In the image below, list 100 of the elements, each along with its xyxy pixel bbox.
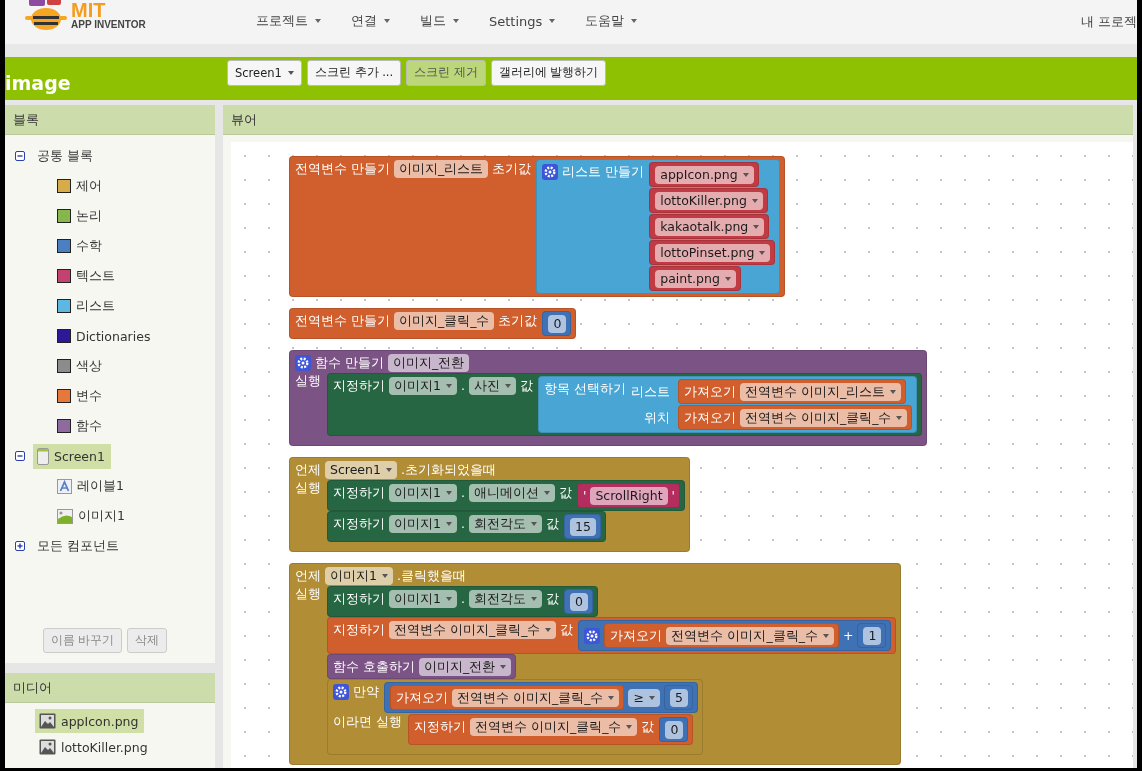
code-block[interactable]: 언제 이미지1 .클릭했을때 실행 지정하기 이미지1 . 회전각도 값 0 지정하기 전역변수 이미지_클릭_수 값 가져오기 전역변수 이미지_클릭_수 + 1 함수 호출하기 이미지_전환 만약 가져오기 전역변수 이미지_클릭_수 ≥ 5 이라면 실행 지정하기 전역변수 이미지_클릭_수 값 0 bbox=[289, 563, 902, 765]
code-block[interactable]: 지정하기 이미지1 . 회전각도 값 15 bbox=[327, 511, 606, 542]
dropdown-field[interactable]: 이미지1 bbox=[325, 566, 393, 585]
dropdown-field[interactable]: kakaotalk.png bbox=[655, 217, 765, 236]
tree-item[interactable]: 모든 컴포넌트 bbox=[33, 533, 125, 559]
tree-item[interactable]: 색상 bbox=[53, 353, 108, 379]
dropdown-field[interactable]: 전역변수 이미지_클릭_수 bbox=[666, 626, 834, 645]
tree-item[interactable]: 리스트 bbox=[53, 293, 121, 319]
tree-item[interactable]: 레이블1 bbox=[53, 473, 130, 499]
dropdown-field[interactable]: lottoKiller.png bbox=[655, 191, 763, 210]
dropdown-field[interactable]: 이미지1 bbox=[389, 376, 457, 395]
tree-item[interactable]: 텍스트 bbox=[53, 263, 121, 289]
block-field[interactable]: 이미지_클릭_수 bbox=[394, 311, 495, 330]
code-block[interactable]: paint.png bbox=[649, 266, 741, 291]
code-block[interactable]: lottoKiller.png bbox=[649, 188, 768, 213]
block-field[interactable]: 15 bbox=[569, 517, 596, 536]
block-label: 실행 bbox=[295, 480, 321, 496]
menu-item[interactable]: 연결 bbox=[351, 12, 390, 30]
media-item[interactable]: lottoKiller.png bbox=[35, 735, 154, 759]
toolbar-button[interactable]: 스크린 추가 ... bbox=[306, 59, 402, 86]
dropdown-field[interactable]: appIcon.png bbox=[655, 165, 754, 184]
code-block[interactable]: ' ScrollRight ' bbox=[576, 483, 680, 508]
code-block[interactable]: 함수 만들기 이미지_전환 실행 지정하기 이미지1 . 사진 값 항목 선택하기 리스트 가져오기 전역변수 이미지_리스트 위치 가져오기 전역변수 이미지_클릭_수 bbox=[289, 350, 928, 446]
collapse-icon[interactable] bbox=[15, 151, 25, 161]
code-block[interactable]: kakaotalk.png bbox=[649, 214, 770, 239]
dropdown-field[interactable]: 애니메이션 bbox=[468, 483, 555, 502]
gear-icon[interactable] bbox=[542, 163, 559, 180]
block-field[interactable]: 1 bbox=[863, 626, 882, 645]
collapse-icon[interactable] bbox=[15, 451, 25, 461]
code-block[interactable]: 전역변수 만들기 이미지_리스트 초기값 리스트 만들기 appIcon.png lottoKiller.png kakaotalk.png lottoPinset.png paint.png bbox=[289, 156, 786, 297]
code-block[interactable]: 지정하기 이미지1 . 사진 값 항목 선택하기 리스트 가져오기 전역변수 이미지_리스트 위치 가져오기 전역변수 이미지_클릭_수 bbox=[327, 373, 923, 436]
code-block[interactable]: 전역변수 만들기 이미지_클릭_수 초기값 0 bbox=[289, 308, 577, 339]
tree-item[interactable]: 변수 bbox=[53, 383, 108, 409]
code-block[interactable]: appIcon.png bbox=[649, 162, 759, 187]
tree-item[interactable]: 수학 bbox=[53, 233, 108, 259]
code-block[interactable]: 0 bbox=[563, 589, 593, 614]
code-block[interactable]: 0 bbox=[542, 311, 572, 336]
tree-item[interactable]: Screen1 bbox=[33, 443, 111, 469]
dropdown-field[interactable]: paint.png bbox=[655, 269, 736, 288]
block-field[interactable]: 0 bbox=[569, 592, 588, 611]
code-block[interactable]: 지정하기 이미지1 . 회전각도 값 0 bbox=[327, 586, 598, 617]
menu-item[interactable]: 프로젝트 bbox=[256, 12, 321, 30]
code-block[interactable]: 함수 호출하기 이미지_전환 bbox=[327, 654, 517, 679]
tree-item[interactable]: 제어 bbox=[53, 173, 108, 199]
block-field[interactable]: 이미지_리스트 bbox=[394, 159, 489, 178]
code-block[interactable]: 가져오기 전역변수 이미지_클릭_수 bbox=[677, 405, 913, 430]
dropdown-field[interactable]: 이미지1 bbox=[389, 483, 457, 502]
dropdown-field[interactable]: 전역변수 이미지_클릭_수 bbox=[389, 620, 557, 639]
code-block[interactable]: 1 bbox=[857, 623, 887, 648]
code-block[interactable]: 지정하기 전역변수 이미지_클릭_수 값 0 bbox=[408, 714, 694, 745]
code-block[interactable]: 15 bbox=[563, 514, 601, 539]
code-block[interactable]: 가져오기 전역변수 이미지_클릭_수 bbox=[604, 623, 839, 648]
menu-item[interactable]: 빌드 bbox=[420, 12, 459, 30]
block-field[interactable]: 0 bbox=[548, 314, 567, 333]
screen-dropdown[interactable]: Screen1 bbox=[227, 59, 302, 86]
block-field[interactable]: 5 bbox=[669, 688, 688, 707]
code-block[interactable]: 만약 가져오기 전역변수 이미지_클릭_수 ≥ 5 이라면 실행 지정하기 전역변수 이미지_클릭_수 값 0 bbox=[327, 679, 703, 755]
code-block[interactable]: 항목 선택하기 리스트 가져오기 전역변수 이미지_리스트 위치 가져오기 전역변수 이미지_클릭_수 bbox=[537, 376, 918, 433]
menu-item[interactable]: Settings bbox=[489, 12, 556, 30]
gear-icon[interactable] bbox=[584, 627, 601, 644]
toolbar-button[interactable]: 갤러리에 발행하기 bbox=[490, 59, 607, 86]
dropdown-field[interactable]: 회전각도 bbox=[468, 514, 542, 533]
dropdown-field[interactable]: 전역변수 이미지_리스트 bbox=[739, 382, 902, 401]
dropdown-field[interactable]: Screen1 bbox=[325, 460, 397, 479]
dropdown-field[interactable]: 회전각도 bbox=[468, 589, 542, 608]
menu-item[interactable]: 도움말 bbox=[585, 12, 638, 30]
code-block[interactable]: 언제 Screen1 .초기화되었을때 실행 지정하기 이미지1 . 애니메이션 값 ' ScrollRight ' 지정하기 이미지1 . 회전각도 값 15 bbox=[289, 457, 690, 552]
code-block[interactable]: 지정하기 전역변수 이미지_클릭_수 값 가져오기 전역변수 이미지_클릭_수 + 1 bbox=[327, 617, 897, 654]
code-block[interactable]: 지정하기 이미지1 . 애니메이션 값 ' ScrollRight ' bbox=[327, 480, 685, 511]
dropdown-field[interactable]: 전역변수 이미지_클릭_수 bbox=[452, 688, 620, 707]
dropdown-field[interactable]: lottoPinset.png bbox=[655, 243, 771, 262]
code-block[interactable]: 5 bbox=[663, 685, 693, 710]
dropdown-field[interactable]: 이미지1 bbox=[389, 589, 457, 608]
dropdown-field[interactable]: 이미지1 bbox=[389, 514, 457, 533]
dropdown-field[interactable]: 이미지_전환 bbox=[419, 657, 512, 676]
code-block[interactable]: lottoPinset.png bbox=[649, 240, 776, 265]
code-block[interactable]: 0 bbox=[659, 717, 689, 742]
block-label: 언제 bbox=[295, 567, 321, 584]
media-item[interactable]: appIcon.png bbox=[35, 709, 145, 733]
code-block[interactable]: 가져오기 전역변수 이미지_클릭_수 bbox=[390, 685, 625, 710]
dropdown-field[interactable]: 전역변수 이미지_클릭_수 bbox=[470, 717, 638, 736]
tree-item[interactable]: 논리 bbox=[53, 203, 108, 229]
expand-icon[interactable] bbox=[15, 541, 25, 551]
block-field[interactable]: 이미지_전환 bbox=[388, 353, 470, 372]
code-block[interactable]: 가져오기 전역변수 이미지_클릭_수 ≥ 5 bbox=[384, 682, 698, 713]
dropdown-field[interactable]: 전역변수 이미지_클릭_수 bbox=[739, 408, 908, 427]
tree-item[interactable]: 이미지1 bbox=[53, 503, 131, 529]
code-block[interactable]: 가져오기 전역변수 이미지_클릭_수 + 1 bbox=[578, 620, 892, 651]
tree-item[interactable]: 함수 bbox=[53, 413, 108, 439]
tree-item[interactable]: 공통 블록 bbox=[33, 143, 99, 169]
gear-icon[interactable] bbox=[333, 683, 349, 700]
my-projects-link[interactable]: 내 프로젝 bbox=[1080, 13, 1137, 31]
block-field[interactable]: ScrollRight bbox=[590, 486, 668, 505]
code-block[interactable]: 리스트 만들기 appIcon.png lottoKiller.png kakaotalk.png lottoPinset.png paint.png bbox=[536, 159, 781, 294]
dropdown-field[interactable]: 사진 bbox=[468, 376, 516, 395]
code-block[interactable]: 가져오기 전역변수 이미지_리스트 bbox=[677, 379, 907, 404]
block-field[interactable]: 0 bbox=[665, 720, 684, 739]
gear-icon[interactable] bbox=[295, 354, 311, 371]
dropdown-field[interactable]: ≥ bbox=[628, 688, 660, 707]
tree-item[interactable]: Dictionaries bbox=[53, 324, 157, 348]
